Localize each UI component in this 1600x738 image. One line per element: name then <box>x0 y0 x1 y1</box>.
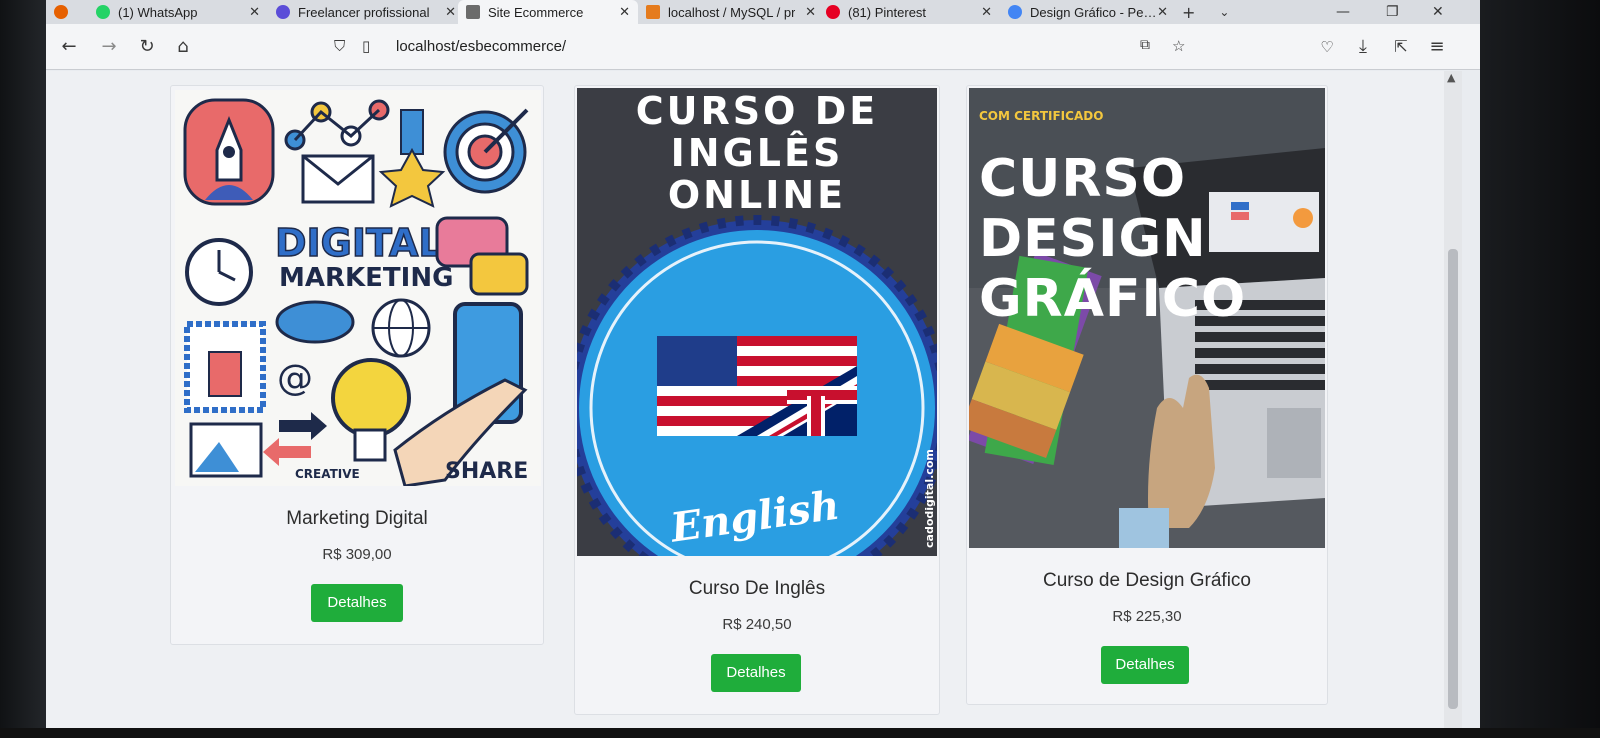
extensions-icon[interactable]: ⇱ <box>1390 36 1412 58</box>
english-heading-line-3: ONLINE <box>668 173 846 217</box>
marketing-word-share: SHARE <box>445 459 528 484</box>
new-tab-icon[interactable]: + <box>1170 3 1207 22</box>
downloads-icon[interactable]: ⤓ <box>1352 36 1374 58</box>
close-window-icon[interactable]: ✕ <box>1432 0 1444 24</box>
minimize-icon[interactable]: — <box>1336 0 1350 24</box>
pocket-icon[interactable]: ♡ <box>1316 36 1338 58</box>
home-icon[interactable]: ⌂ <box>172 36 194 58</box>
reload-icon[interactable]: ↻ <box>136 36 158 58</box>
close-icon[interactable]: ✕ <box>249 4 260 20</box>
address-bar[interactable]: ⛉ ▯ localhost/esbecommerce/ ⧉ ☆ <box>326 32 1206 62</box>
close-icon[interactable]: ✕ <box>805 4 816 20</box>
browser-window: (1) WhatsApp ✕ Freelancer profissional ✕… <box>46 0 1480 728</box>
english-heading-line-2: INGLÊS <box>671 131 844 175</box>
english-heading-line-1: CURSO DE <box>636 89 878 133</box>
google-icon <box>1008 5 1022 19</box>
translate-icon[interactable]: ⧉ <box>1140 37 1150 53</box>
product-title[interactable]: Curso de Design Gráfico <box>967 570 1327 592</box>
product-price: R$ 309,00 <box>322 546 392 563</box>
design-badge-text: COM CERTIFICADO <box>979 109 1103 123</box>
bookmark-star-icon[interactable]: ☆ <box>1172 37 1185 55</box>
marketing-word-creative: CREATIVE <box>295 467 360 481</box>
product-price: R$ 240,50 <box>722 616 792 633</box>
details-button[interactable]: Detalhes <box>1101 646 1189 684</box>
tab-google-search[interactable]: Design Gráfico - Pesqu ✕ <box>1000 0 1170 24</box>
scroll-up-arrow-icon[interactable]: ▲ <box>1447 71 1455 84</box>
marketing-word-digital: DIGITAL <box>275 221 443 265</box>
product-card: DIGITAL MARKETING @ CREATIVE SHARE Marke… <box>170 85 544 645</box>
close-icon[interactable]: ✕ <box>445 4 456 20</box>
product-image-english[interactable]: CURSO DE INGLÊS ONLINE English cadodigit… <box>577 88 937 556</box>
close-icon[interactable]: ✕ <box>1157 4 1168 20</box>
tab-freelancer[interactable]: Freelancer profissional ✕ <box>268 0 458 24</box>
forward-arrow-icon[interactable]: → <box>98 36 120 58</box>
details-button[interactable]: Detalhes <box>711 654 801 692</box>
phpmyadmin-icon <box>646 5 660 19</box>
design-heading-line-1: CURSO <box>979 149 1186 209</box>
tab-whatsapp[interactable]: (1) WhatsApp ✕ <box>88 0 268 24</box>
product-image-design[interactable]: COM CERTIFICADO CURSO DESIGN GRÁFICO <box>969 88 1325 548</box>
details-button[interactable]: Detalhes <box>311 584 403 622</box>
english-side-text: cadodigital.com <box>923 449 936 548</box>
svg-text:@: @ <box>277 358 313 399</box>
vertical-scrollbar[interactable]: ▲ <box>1444 71 1462 728</box>
monitor-bezel-right <box>1480 0 1600 738</box>
tab-pinterest[interactable]: (81) Pinterest ✕ <box>818 0 1000 24</box>
product-title[interactable]: Curso De Inglês <box>575 578 939 600</box>
marketing-word-marketing: MARKETING <box>279 263 453 293</box>
design-heading-line-2: DESIGN <box>979 209 1207 269</box>
back-arrow-icon[interactable]: ← <box>58 36 80 58</box>
product-title[interactable]: Marketing Digital <box>171 508 543 530</box>
product-card: COM CERTIFICADO CURSO DESIGN GRÁFICO Cur… <box>966 85 1328 705</box>
monitor-bezel-left <box>0 0 46 738</box>
close-icon[interactable]: ✕ <box>981 4 992 20</box>
list-tabs-chevron-icon[interactable]: ⌄ <box>1207 5 1241 19</box>
pinterest-icon <box>826 5 840 19</box>
scrollbar-thumb[interactable] <box>1448 249 1458 709</box>
product-image-marketing[interactable]: DIGITAL MARKETING @ CREATIVE SHARE <box>175 90 541 486</box>
product-price: R$ 225,30 <box>1112 608 1182 625</box>
menu-hamburger-icon[interactable]: ≡ <box>1426 36 1448 58</box>
navigation-toolbar: ← → ↻ ⌂ ⛉ ▯ localhost/esbecommerce/ ⧉ ☆ … <box>46 24 1480 70</box>
close-icon[interactable]: ✕ <box>619 4 630 20</box>
firefox-icon <box>54 5 68 19</box>
tab-site-ecommerce[interactable]: Site Ecommerce ✕ <box>458 0 638 24</box>
tab-strip: (1) WhatsApp ✕ Freelancer profissional ✕… <box>46 0 1480 24</box>
monitor-bezel-bottom <box>0 728 1600 738</box>
product-card: CURSO DE INGLÊS ONLINE English cadodigit… <box>574 85 940 715</box>
restore-icon[interactable]: ❐ <box>1386 0 1399 24</box>
shield-icon[interactable]: ⛉ <box>334 37 345 55</box>
firefox-menu[interactable] <box>46 0 88 24</box>
page-icon <box>466 5 480 19</box>
page-content: DIGITAL MARKETING @ CREATIVE SHARE Marke… <box>46 71 1446 728</box>
design-heading-line-3: GRÁFICO <box>979 268 1246 329</box>
url-text[interactable]: localhost/esbecommerce/ <box>396 38 566 55</box>
page-info-icon[interactable]: ▯ <box>362 37 370 55</box>
whatsapp-icon <box>96 5 110 19</box>
freelancer-icon <box>276 5 290 19</box>
tab-phpmyadmin[interactable]: localhost / MySQL / pr ✕ <box>638 0 818 24</box>
